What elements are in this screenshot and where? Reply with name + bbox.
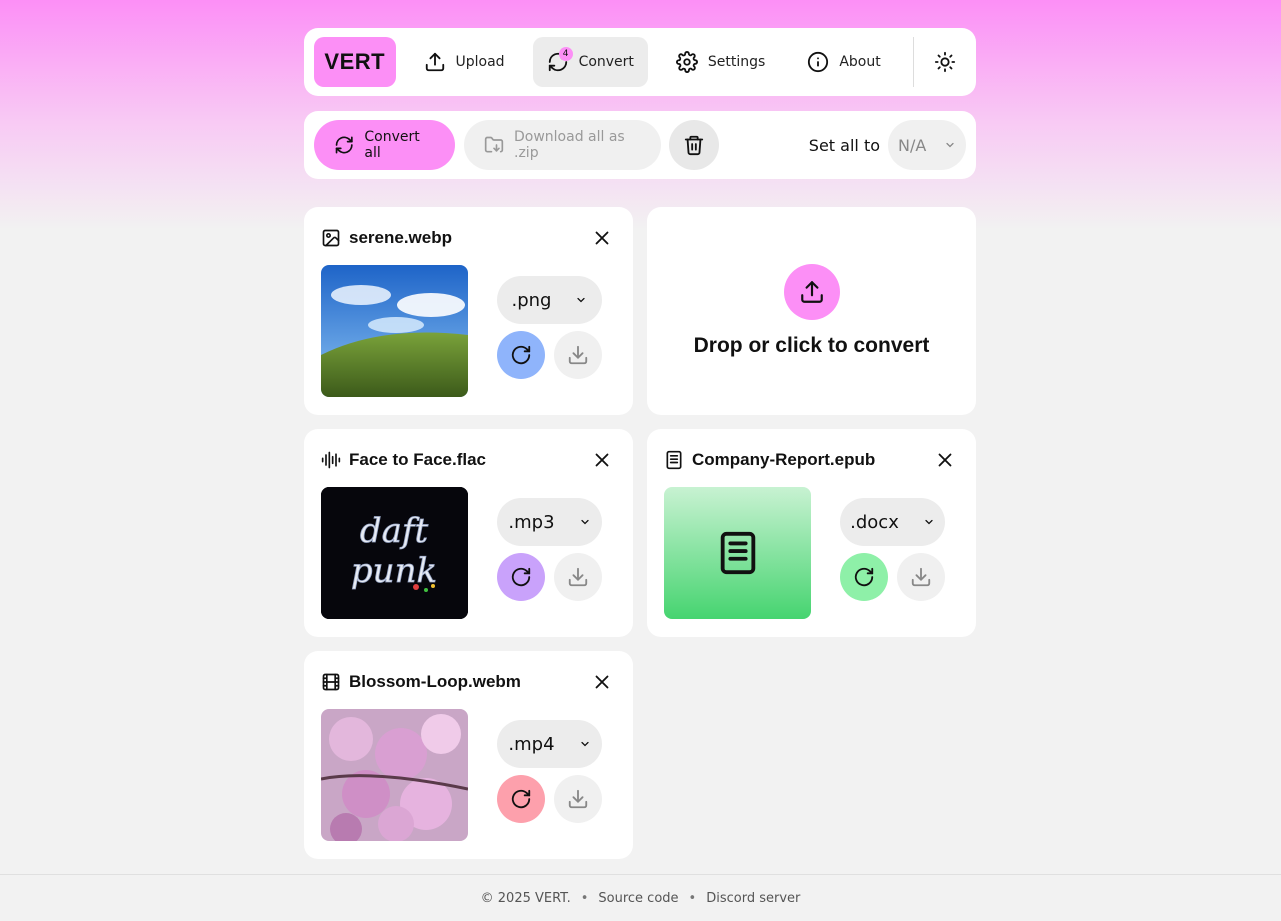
nav-upload-label: Upload xyxy=(455,54,505,70)
film-icon xyxy=(322,673,340,691)
convert-all-button[interactable]: Convert all xyxy=(314,120,455,170)
album-art-glyph: daft xyxy=(360,511,429,551)
document-icon xyxy=(666,450,682,470)
upload-icon xyxy=(425,52,444,72)
close-icon[interactable] xyxy=(591,449,613,471)
convert-button[interactable] xyxy=(840,553,888,601)
delete-all-button[interactable] xyxy=(669,120,719,170)
refresh-icon xyxy=(511,345,531,365)
download-button[interactable] xyxy=(897,553,945,601)
footer-separator: • xyxy=(688,890,697,906)
refresh-icon xyxy=(511,567,531,587)
convert-count-badge: 4 xyxy=(558,47,573,61)
vert-logo[interactable]: VERT xyxy=(314,37,396,87)
format-value: .png xyxy=(511,289,552,311)
file-thumbnail xyxy=(664,487,811,619)
nav-settings[interactable]: Settings xyxy=(662,37,779,87)
convert-all-label: Convert all xyxy=(364,129,420,161)
set-all-group: Set all to N/A xyxy=(809,120,966,170)
refresh-icon xyxy=(854,567,874,587)
file-card: serene.webp .png xyxy=(304,207,633,415)
chevron-down-icon xyxy=(946,142,954,148)
download-icon xyxy=(568,789,588,809)
file-name: Blossom-Loop.webm xyxy=(349,672,521,691)
download-zip-button[interactable]: Download all as .zip xyxy=(464,120,661,170)
download-zip-label: Download all as .zip xyxy=(514,129,625,161)
nav-about-label: About xyxy=(839,54,881,70)
refresh-icon xyxy=(335,136,353,154)
file-card: Face to Face.flac daft punk .mp3 xyxy=(304,429,633,637)
upload-icon xyxy=(800,281,823,303)
download-button[interactable] xyxy=(554,331,602,379)
nav-upload[interactable]: Upload xyxy=(410,37,519,87)
chevron-down-icon xyxy=(580,519,589,525)
format-value: .docx xyxy=(850,511,899,533)
dropzone[interactable]: Drop or click to convert xyxy=(647,207,976,415)
footer: © 2025 VERT. • Source code • Discord ser… xyxy=(0,874,1281,921)
set-all-select[interactable]: N/A xyxy=(888,120,966,170)
app-container: VERT Upload 4 Convert Settings About Con… xyxy=(304,28,976,859)
action-bar: Convert all Download all as .zip Set all… xyxy=(304,111,976,179)
theme-toggle[interactable] xyxy=(924,37,966,87)
format-select[interactable]: .mp3 xyxy=(497,498,602,546)
image-icon xyxy=(322,229,340,247)
audio-wave-icon xyxy=(321,451,341,469)
download-icon xyxy=(568,345,588,365)
top-nav: VERT Upload 4 Convert Settings About xyxy=(304,28,976,96)
format-select[interactable]: .docx xyxy=(840,498,945,546)
close-icon[interactable] xyxy=(591,227,613,249)
file-grid: serene.webp .png Drop or click to conver… xyxy=(304,207,976,859)
set-all-label: Set all to xyxy=(808,135,880,155)
format-select[interactable]: .png xyxy=(497,276,602,324)
close-icon[interactable] xyxy=(934,449,956,471)
footer-separator: • xyxy=(580,890,589,906)
convert-button[interactable] xyxy=(497,553,545,601)
nav-convert-label: Convert xyxy=(578,54,634,70)
file-name: Face to Face.flac xyxy=(349,450,487,469)
download-icon xyxy=(911,567,931,587)
convert-button[interactable] xyxy=(497,775,545,823)
set-all-value: N/A xyxy=(898,135,927,155)
chevron-down-icon xyxy=(577,297,586,303)
gear-icon xyxy=(675,51,698,73)
file-card: Blossom-Loop.webm .mp4 xyxy=(304,651,633,859)
file-thumbnail xyxy=(321,265,468,397)
file-name: serene.webp xyxy=(349,228,452,247)
file-name: Company-Report.epub xyxy=(692,450,876,469)
download-button[interactable] xyxy=(554,553,602,601)
file-thumbnail xyxy=(321,709,468,841)
album-art-glyph: punk xyxy=(351,551,437,591)
nav-convert[interactable]: 4 Convert xyxy=(532,37,648,87)
file-card: Company-Report.epub .docx xyxy=(647,429,976,637)
sun-icon xyxy=(935,51,956,73)
download-icon xyxy=(568,567,588,587)
copyright-text: © 2025 VERT. xyxy=(480,890,571,906)
discord-link[interactable]: Discord server xyxy=(706,891,800,906)
info-icon xyxy=(808,51,829,73)
close-icon[interactable] xyxy=(591,671,613,693)
format-select[interactable]: .mp4 xyxy=(497,720,602,768)
download-button[interactable] xyxy=(554,775,602,823)
chevron-down-icon xyxy=(580,741,589,747)
folder-download-icon xyxy=(484,136,504,153)
format-value: .mp4 xyxy=(508,733,555,755)
nav-divider xyxy=(912,37,915,87)
nav-about[interactable]: About xyxy=(793,37,894,87)
trash-icon xyxy=(684,135,704,156)
source-code-link[interactable]: Source code xyxy=(598,891,678,906)
file-thumbnail: daft punk xyxy=(321,487,468,619)
book-icon xyxy=(720,531,755,575)
refresh-icon xyxy=(511,789,531,809)
format-value: .mp3 xyxy=(508,511,555,533)
dropzone-text: Drop or click to convert xyxy=(693,334,930,357)
nav-settings-label: Settings xyxy=(707,54,766,70)
chevron-down-icon xyxy=(925,519,933,525)
upload-circle xyxy=(783,264,840,320)
convert-button[interactable] xyxy=(497,331,545,379)
